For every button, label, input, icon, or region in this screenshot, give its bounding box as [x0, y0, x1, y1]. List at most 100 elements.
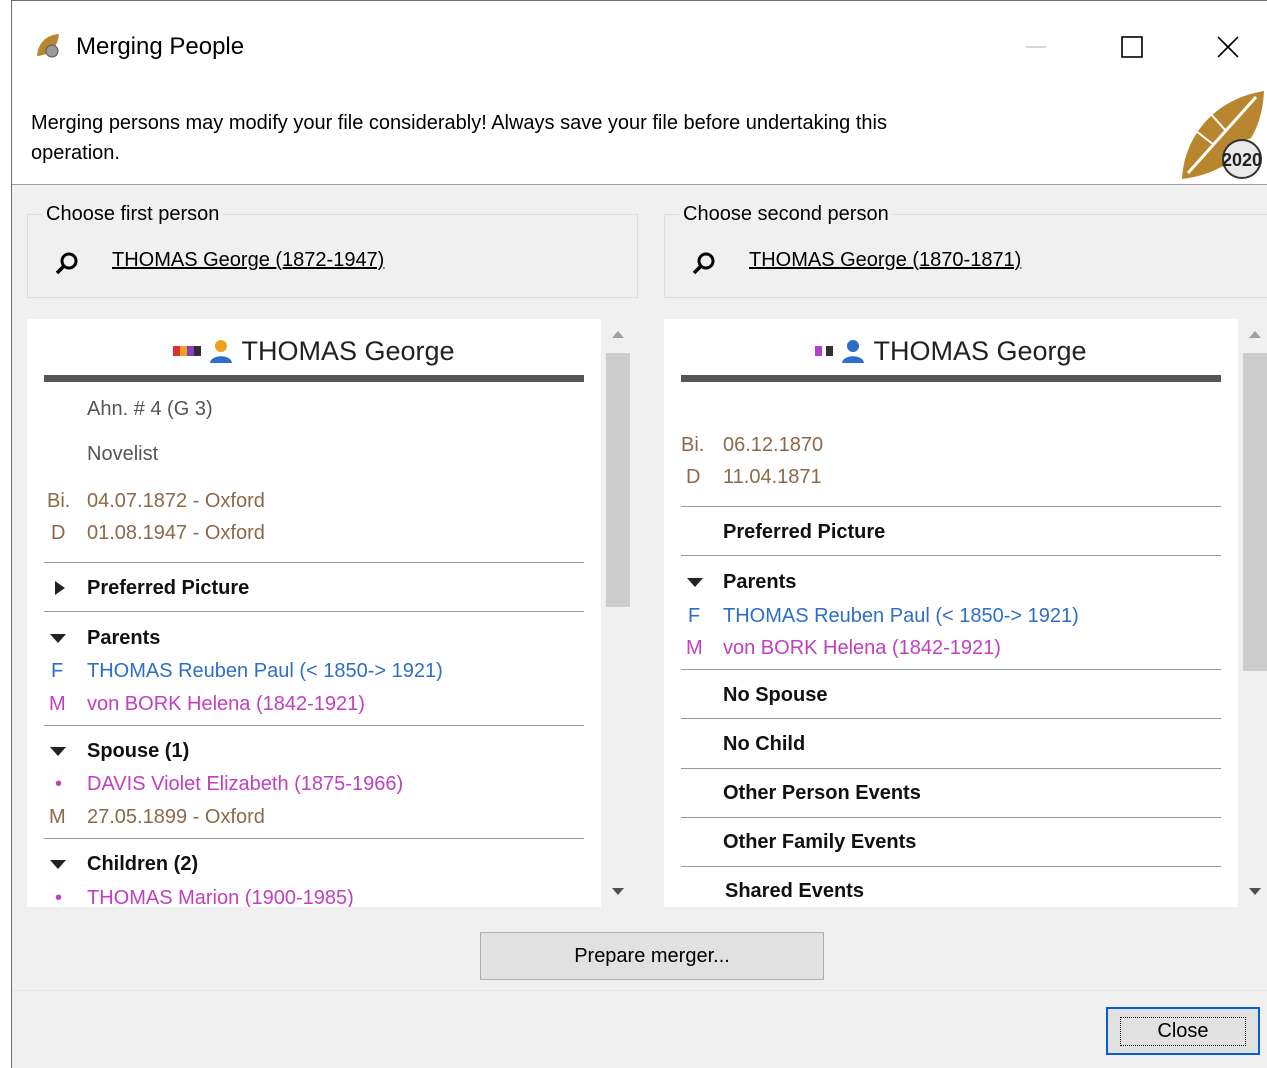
death-event: 01.08.1947 - Oxford: [87, 522, 265, 544]
first-panel-header: THOMAS George: [27, 331, 601, 371]
first-person-panel: THOMAS George Ahn. # 4 (G 3) Novelist Bi…: [27, 319, 601, 907]
death-event: 11.04.1871: [723, 466, 822, 488]
person-icon: [210, 340, 233, 363]
parents-section[interactable]: Parents: [723, 571, 796, 594]
sosa-number: Ahn. # 4 (G 3): [87, 398, 213, 420]
section-divider: [681, 555, 1221, 556]
color-markers: [815, 346, 834, 356]
spouse-section[interactable]: Spouse (1): [87, 740, 189, 763]
dialog-footer: [12, 990, 1267, 1068]
heredis-logo: 2020: [1182, 91, 1264, 179]
scroll-thumb[interactable]: [1243, 353, 1267, 671]
first-person-group-label: Choose first person: [42, 203, 224, 226]
scroll-down-button[interactable]: [1240, 877, 1267, 907]
birth-event: 04.07.1872 - Oxford: [87, 490, 265, 512]
header-rule: [681, 375, 1221, 382]
child-bullet: •: [55, 887, 63, 907]
maximize-button[interactable]: [1102, 23, 1162, 71]
other-family-events-section[interactable]: Other Family Events: [723, 831, 916, 854]
spouse-link[interactable]: DAVIS Violet Elizabeth (1875-1966): [87, 773, 403, 796]
mother-link[interactable]: von BORK Helena (1842-1921): [723, 637, 1001, 660]
death-prefix: D: [686, 466, 701, 488]
minimize-button[interactable]: [1006, 23, 1066, 71]
warning-message: Merging persons may modify your file con…: [31, 108, 1071, 168]
scroll-up-button[interactable]: [603, 319, 633, 349]
scroll-down-icon: [1249, 888, 1261, 895]
mother-prefix: M: [686, 637, 703, 659]
section-divider: [44, 611, 584, 612]
children-section[interactable]: Children (2): [87, 853, 198, 876]
no-spouse-section: No Spouse: [723, 684, 828, 706]
color-markers: [173, 346, 202, 356]
section-divider: [681, 669, 1221, 670]
color-marker: [173, 346, 181, 356]
scroll-down-button[interactable]: [603, 877, 633, 907]
scroll-thumb[interactable]: [606, 353, 630, 607]
father-link[interactable]: THOMAS Reuben Paul (< 1850-> 1921): [87, 660, 443, 683]
collapse-arrow-icon[interactable]: [686, 573, 704, 591]
scroll-down-icon: [612, 888, 624, 895]
collapse-arrow-icon[interactable]: [49, 742, 67, 760]
mother-prefix: M: [49, 693, 66, 715]
close-button-label: Close: [1120, 1016, 1246, 1046]
first-person-group: Choose first person THOMAS George (1872-…: [27, 203, 638, 298]
first-person-link[interactable]: THOMAS George (1872-1947): [112, 249, 384, 272]
header-rule: [44, 375, 584, 382]
parents-section[interactable]: Parents: [87, 627, 160, 650]
search-icon[interactable]: [691, 251, 717, 275]
logo-text: 2020: [1222, 150, 1262, 170]
birth-event: 06.12.1870: [723, 434, 824, 456]
second-person-panel: THOMAS George Bi. 06.12.1870 D 11.04.187…: [664, 319, 1238, 907]
color-marker: [194, 346, 202, 356]
collapse-arrow-icon[interactable]: [49, 629, 67, 647]
first-person-name: THOMAS George: [241, 335, 455, 366]
preferred-picture-section[interactable]: Preferred Picture: [87, 577, 249, 600]
maximize-icon: [1121, 36, 1143, 58]
collapse-arrow-icon[interactable]: [49, 855, 67, 873]
other-person-events-section[interactable]: Other Person Events: [723, 782, 921, 805]
marriage-prefix: M: [49, 806, 66, 828]
second-person-link[interactable]: THOMAS George (1870-1871): [749, 249, 1021, 272]
occupation: Novelist: [87, 443, 159, 465]
window-close-button[interactable]: [1198, 23, 1258, 71]
title-bar: Merging People: [12, 1, 1267, 93]
section-divider: [44, 562, 584, 563]
father-prefix: F: [688, 605, 701, 627]
marriage-event: 27.05.1899 - Oxford: [87, 806, 265, 828]
mother-link[interactable]: von BORK Helena (1842-1921): [87, 693, 365, 716]
search-icon[interactable]: [54, 251, 80, 275]
window-title: Merging People: [76, 33, 245, 60]
expand-arrow-icon[interactable]: [51, 579, 69, 597]
first-panel-scrollbar[interactable]: [603, 319, 633, 907]
section-divider: [681, 866, 1221, 867]
scroll-up-button[interactable]: [1240, 319, 1267, 349]
death-prefix: D: [51, 522, 66, 544]
prepare-merger-button[interactable]: Prepare merger...: [480, 932, 824, 980]
section-divider: [44, 838, 584, 839]
second-person-group-label: Choose second person: [679, 203, 893, 226]
shared-events-section[interactable]: Shared Events: [725, 880, 864, 903]
scroll-up-icon: [1249, 331, 1261, 338]
section-divider: [681, 768, 1221, 769]
section-divider: [681, 817, 1221, 818]
color-marker: [815, 346, 823, 356]
preferred-picture-section[interactable]: Preferred Picture: [723, 521, 885, 544]
birth-prefix: Bi.: [681, 434, 705, 456]
birth-prefix: Bi.: [47, 490, 71, 512]
warning-line-1: Merging persons may modify your file con…: [31, 112, 887, 134]
second-panel-scrollbar[interactable]: [1240, 319, 1267, 907]
second-person-name: THOMAS George: [873, 335, 1087, 366]
section-divider: [44, 725, 584, 726]
father-prefix: F: [51, 660, 64, 682]
close-button[interactable]: Close: [1106, 1007, 1260, 1055]
color-marker: [826, 346, 834, 356]
section-divider: [681, 506, 1221, 507]
color-marker: [187, 346, 195, 356]
color-marker: [180, 346, 188, 356]
section-divider: [681, 718, 1221, 719]
scroll-up-icon: [612, 331, 624, 338]
warning-line-2: operation.: [31, 142, 120, 164]
father-link[interactable]: THOMAS Reuben Paul (< 1850-> 1921): [723, 605, 1079, 628]
child-link[interactable]: THOMAS Marion (1900-1985): [87, 887, 354, 907]
merge-dialog: Merging People Merging persons may modif…: [11, 0, 1267, 1068]
